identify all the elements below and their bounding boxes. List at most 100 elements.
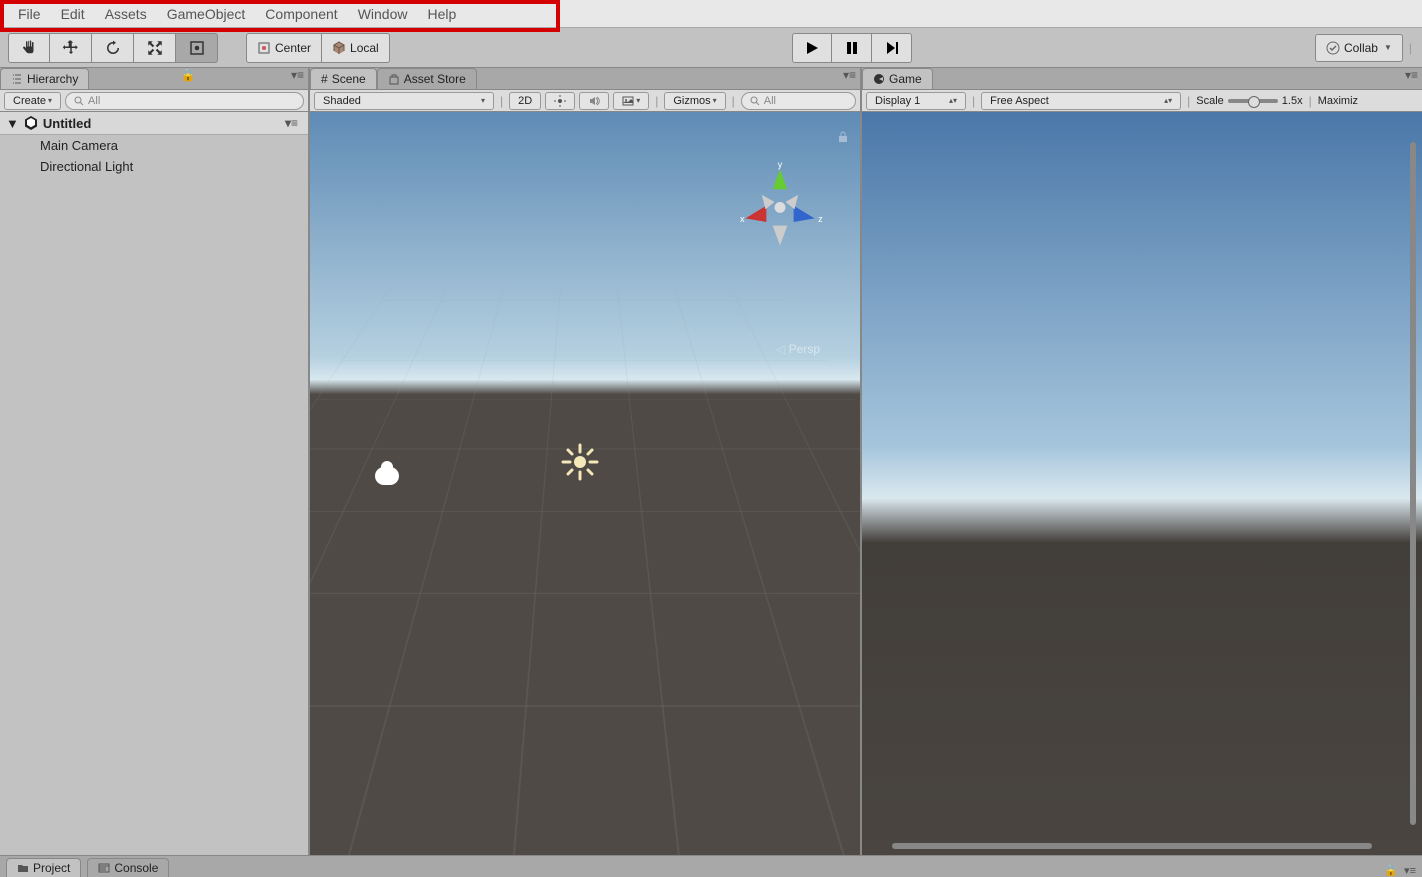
game-options-button[interactable]: ▾≡ [1401, 68, 1422, 89]
pivot-local-button[interactable]: Local [322, 33, 390, 63]
bottom-options-button[interactable]: ▾≡ [1404, 864, 1416, 877]
play-button[interactable] [792, 33, 832, 63]
aspect-dropdown[interactable]: Free Aspect ▴▾ [981, 92, 1181, 110]
cube-icon [332, 41, 346, 55]
pivot-tools: Center Local [246, 33, 390, 63]
center-icon [257, 41, 271, 55]
audio-icon [588, 95, 600, 107]
tab-console[interactable]: Console [87, 858, 169, 877]
menu-file[interactable]: File [8, 2, 51, 26]
pivot-center-button[interactable]: Center [246, 33, 322, 63]
svg-text:z: z [818, 214, 823, 224]
display-dropdown[interactable]: Display 1 ▴▾ [866, 92, 966, 110]
playback-controls [792, 33, 912, 63]
orientation-gizmo[interactable]: y x z [730, 162, 830, 262]
effects-dropdown[interactable]: ▾ [613, 92, 649, 110]
hash-icon: # [321, 72, 328, 86]
rect-tool-button[interactable] [176, 33, 218, 63]
step-button[interactable] [872, 33, 912, 63]
pause-button[interactable] [832, 33, 872, 63]
scene-viewport[interactable]: y x z ◁ Persp [310, 112, 860, 855]
vertical-scrollbar[interactable] [1410, 142, 1416, 825]
menu-component[interactable]: Component [255, 2, 347, 26]
hierarchy-lock-icon[interactable]: 🔒 [177, 68, 200, 89]
search-icon [74, 96, 84, 106]
updown-icon: ▴▾ [1164, 96, 1172, 105]
lighting-toggle[interactable] [545, 92, 575, 110]
bag-icon [388, 73, 400, 85]
create-button[interactable]: Create ▾ [4, 92, 61, 110]
transform-tools [8, 33, 218, 63]
rotate-tool-button[interactable] [92, 33, 134, 63]
lock-icon [836, 130, 850, 144]
tab-project[interactable]: Project [6, 858, 81, 877]
list-icon [11, 73, 23, 85]
hierarchy-item-main-camera[interactable]: Main Camera [0, 135, 308, 156]
svg-text:x: x [740, 214, 745, 224]
camera-gizmo-icon[interactable] [375, 467, 399, 485]
main-area: Hierarchy 🔒 ▾≡ Create ▾ All ▼ Untitled ▾… [0, 68, 1422, 855]
menu-help[interactable]: Help [417, 2, 466, 26]
scale-tool-button[interactable] [134, 33, 176, 63]
hierarchy-search-input[interactable]: All [65, 92, 304, 110]
menu-window[interactable]: Window [348, 2, 418, 26]
scene-panel: # Scene Asset Store ▾≡ Shaded ▾ | 2D [310, 68, 862, 855]
menu-gameobject[interactable]: GameObject [157, 2, 256, 26]
pacman-icon [873, 73, 885, 85]
picture-icon [622, 95, 634, 107]
menu-assets[interactable]: Assets [95, 2, 157, 26]
pivot-center-label: Center [275, 41, 311, 55]
scene-row[interactable]: ▼ Untitled ▾≡ [0, 112, 308, 135]
collab-label: Collab [1344, 41, 1378, 55]
tab-scene[interactable]: # Scene [310, 68, 377, 89]
projection-label[interactable]: ◁ Persp [776, 342, 820, 356]
step-icon [884, 40, 900, 56]
console-icon [98, 862, 110, 874]
bottom-lock-icon[interactable]: 🔒 [1384, 864, 1398, 877]
directional-light-gizmo-icon[interactable] [560, 442, 600, 482]
audio-toggle[interactable] [579, 92, 609, 110]
hierarchy-item-directional-light[interactable]: Directional Light [0, 156, 308, 177]
svg-text:y: y [778, 162, 783, 169]
main-toolbar: Center Local Collab ▼ | [0, 28, 1422, 68]
maximize-label[interactable]: Maximiz [1318, 95, 1358, 107]
scene-options-button[interactable]: ▾≡ [281, 116, 302, 130]
tab-asset-store[interactable]: Asset Store [377, 68, 477, 89]
hand-tool-button[interactable] [8, 33, 50, 63]
scene-search-input[interactable]: All [741, 92, 856, 110]
disclosure-triangle-icon: ▼ [6, 116, 19, 131]
chevron-down-icon: ▼ [1384, 43, 1392, 52]
rect-icon [188, 39, 206, 57]
scale-slider[interactable] [1228, 99, 1278, 103]
move-tool-button[interactable] [50, 33, 92, 63]
hierarchy-options-button[interactable]: ▾≡ [287, 68, 308, 89]
2d-toggle[interactable]: 2D [509, 92, 541, 110]
horizontal-scrollbar[interactable] [892, 843, 1372, 849]
chevron-down-icon: ▾ [636, 96, 640, 105]
move-icon [62, 39, 80, 57]
pivot-local-label: Local [350, 41, 379, 55]
hand-icon [20, 39, 38, 57]
menu-edit[interactable]: Edit [51, 2, 95, 26]
rotate-icon [104, 39, 122, 57]
scene-options-button[interactable]: ▾≡ [839, 68, 860, 89]
collab-button[interactable]: Collab ▼ [1315, 34, 1403, 62]
scale-value: 1.5x [1282, 95, 1303, 107]
chevron-down-icon: ▾ [481, 96, 485, 105]
tab-hierarchy[interactable]: Hierarchy [0, 68, 89, 89]
chevron-down-icon: ▾ [48, 96, 52, 105]
unity-logo-icon [23, 115, 39, 131]
game-viewport[interactable] [862, 112, 1422, 855]
pause-icon [844, 40, 860, 56]
game-panel: Game ▾≡ Display 1 ▴▾ | Free Aspect ▴▾ | … [862, 68, 1422, 855]
scene-name: Untitled [43, 116, 91, 131]
shading-dropdown[interactable]: Shaded ▾ [314, 92, 494, 110]
gizmos-dropdown[interactable]: Gizmos ▾ [664, 92, 725, 110]
ground-grid [310, 288, 860, 855]
scale-label: Scale [1196, 95, 1224, 107]
tab-game[interactable]: Game [862, 68, 933, 89]
sun-small-icon [554, 95, 566, 107]
play-icon [804, 40, 820, 56]
folder-icon [17, 862, 29, 874]
chevron-down-icon: ▾ [713, 96, 717, 105]
